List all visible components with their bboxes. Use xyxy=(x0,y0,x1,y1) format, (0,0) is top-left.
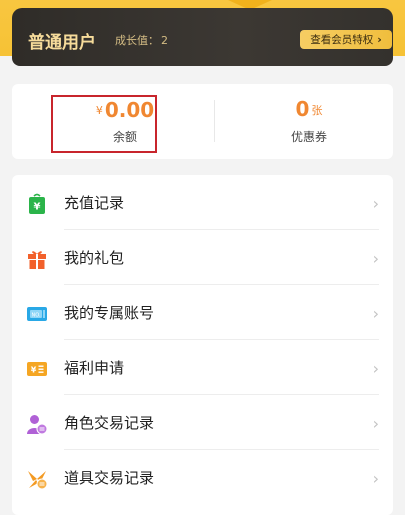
menu-list: ¥ 充值记录 › 我的礼包 › NO. 我的专属账号 › ¥ 福利申请 › 角色… xyxy=(12,175,393,515)
growth-label: 成长值： xyxy=(115,34,159,47)
highlight-annotation-box xyxy=(51,95,157,153)
menu-item-role-trade-records[interactable]: 角色交易记录 › xyxy=(12,395,393,450)
coupon-label: 优惠券 xyxy=(290,130,327,144)
menu-item-recharge-records[interactable]: ¥ 充值记录 › xyxy=(12,175,393,230)
welfare-ticket-icon: ¥ xyxy=(26,358,48,380)
svg-text:¥: ¥ xyxy=(34,202,41,213)
menu-item-label: 充值记录 xyxy=(64,194,125,212)
menu-item-label: 角色交易记录 xyxy=(64,414,155,432)
svg-text:NO.: NO. xyxy=(31,313,40,319)
recharge-bag-icon: ¥ xyxy=(26,193,48,215)
coupon-unit: 张 xyxy=(311,104,323,117)
coupon-value: 0张 xyxy=(296,98,323,122)
stats-divider xyxy=(214,100,215,142)
item-trade-icon xyxy=(26,468,48,490)
menu-item-item-trade-records[interactable]: 道具交易记录 › xyxy=(12,450,393,505)
gift-icon xyxy=(26,248,48,270)
growth-value: 2 xyxy=(161,34,168,47)
chevron-right-icon: › xyxy=(372,469,379,488)
coupon-stat[interactable]: 0张 优惠券 xyxy=(234,84,384,159)
member-card: 普通用户 成长值： 2 查看会员特权 › xyxy=(12,8,393,66)
view-privileges-button[interactable]: 查看会员特权 › xyxy=(300,30,392,49)
chevron-right-icon: › xyxy=(372,414,379,433)
chevron-right-icon: › xyxy=(377,33,382,46)
growth-points: 成长值： 2 xyxy=(115,32,168,48)
menu-item-label: 我的礼包 xyxy=(64,249,125,267)
chevron-right-icon: › xyxy=(372,249,379,268)
menu-item-label: 道具交易记录 xyxy=(64,469,155,487)
menu-item-my-gifts[interactable]: 我的礼包 › xyxy=(12,230,393,285)
svg-text:¥: ¥ xyxy=(31,366,37,375)
menu-item-welfare-application[interactable]: ¥ 福利申请 › xyxy=(12,340,393,395)
account-card-icon: NO. xyxy=(26,303,48,325)
menu-item-label: 福利申请 xyxy=(64,359,125,377)
member-level-name: 普通用户 xyxy=(28,33,96,53)
coupon-count: 0 xyxy=(295,97,310,121)
role-trade-icon xyxy=(26,413,48,435)
menu-item-exclusive-account[interactable]: NO. 我的专属账号 › xyxy=(12,285,393,340)
chevron-right-icon: › xyxy=(372,359,379,378)
menu-item-label: 我的专属账号 xyxy=(64,304,155,322)
chevron-right-icon: › xyxy=(372,194,379,213)
view-privileges-label: 查看会员特权 xyxy=(310,34,374,46)
chevron-right-icon: › xyxy=(372,304,379,323)
